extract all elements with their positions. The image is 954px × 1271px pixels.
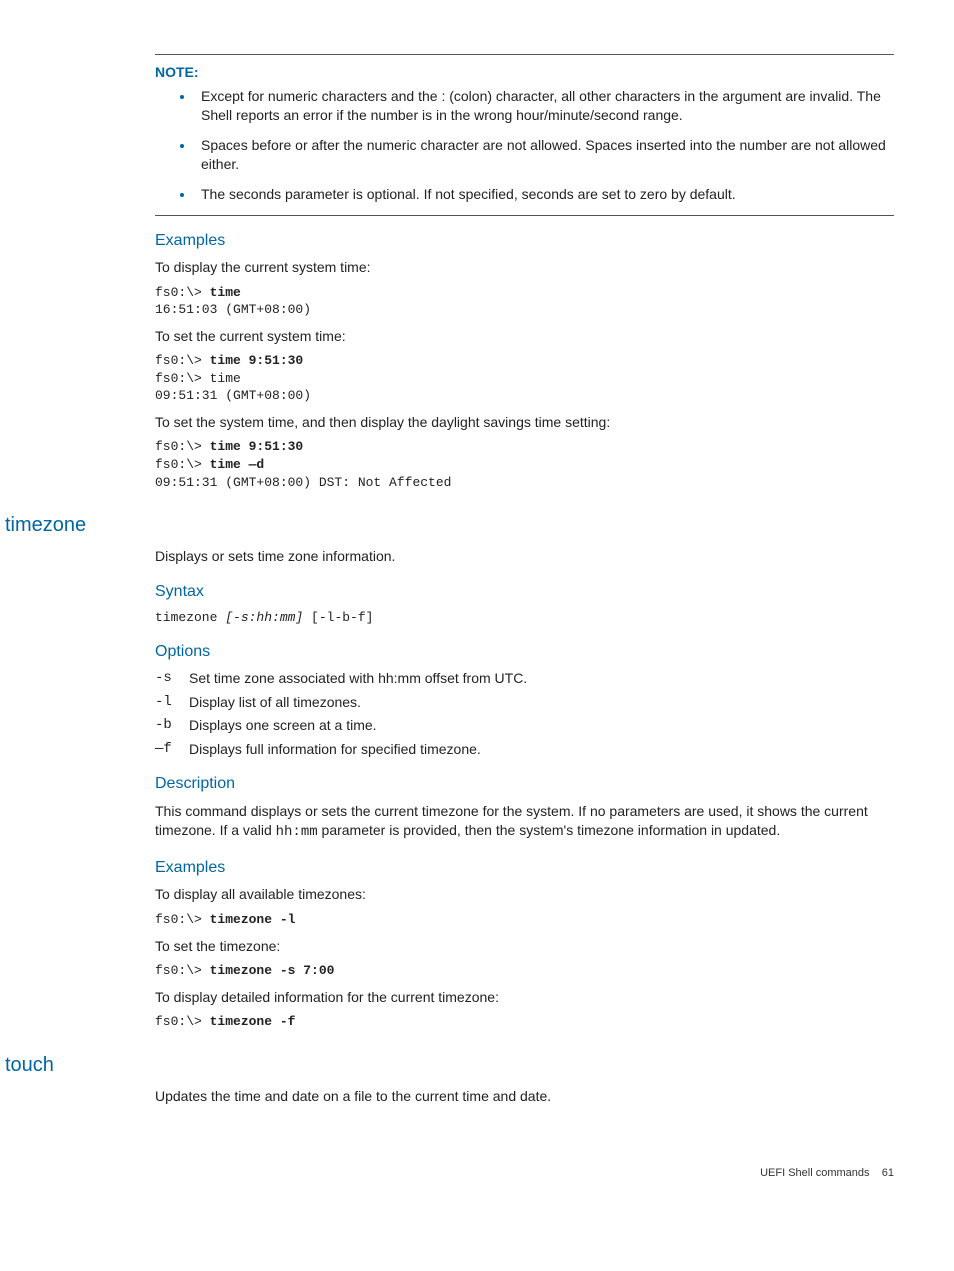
- option-row: -bDisplays one screen at a time.: [155, 716, 894, 736]
- note-list: Except for numeric characters and the : …: [155, 87, 894, 205]
- section-intro: Displays or sets time zone information.: [155, 547, 894, 567]
- divider: [155, 54, 894, 55]
- list-item: The seconds parameter is optional. If no…: [195, 185, 894, 205]
- example-intro: To display detailed information for the …: [155, 988, 894, 1008]
- examples-heading: Examples: [155, 857, 894, 879]
- example-intro: To set the current system time:: [155, 327, 894, 347]
- code-block: fs0:\> timezone -s 7:00: [155, 962, 894, 980]
- example-intro: To set the system time, and then display…: [155, 413, 894, 433]
- code-block: fs0:\> time 9:51:30 fs0:\> time —d 09:51…: [155, 438, 894, 491]
- example-intro: To set the timezone:: [155, 937, 894, 957]
- section-heading-touch: touch: [5, 1051, 894, 1079]
- footer-text: UEFI Shell commands: [760, 1167, 869, 1179]
- option-row: —fDisplays full information for specifie…: [155, 740, 894, 760]
- example-intro: To display the current system time:: [155, 258, 894, 278]
- code-block: fs0:\> timezone -f: [155, 1013, 894, 1031]
- note-block: NOTE: Except for numeric characters and …: [155, 54, 894, 216]
- list-item: Except for numeric characters and the : …: [195, 87, 894, 126]
- syntax-heading: Syntax: [155, 581, 894, 603]
- divider: [155, 215, 894, 216]
- list-item: Spaces before or after the numeric chara…: [195, 136, 894, 175]
- note-title: NOTE:: [155, 63, 894, 83]
- description-text: This command displays or sets the curren…: [155, 802, 894, 843]
- example-intro: To display all available timezones:: [155, 885, 894, 905]
- description-heading: Description: [155, 773, 894, 795]
- options-list: -sSet time zone associated with hh:mm of…: [155, 669, 894, 759]
- section-intro: Updates the time and date on a file to t…: [155, 1087, 894, 1107]
- options-heading: Options: [155, 641, 894, 663]
- option-row: -sSet time zone associated with hh:mm of…: [155, 669, 894, 689]
- option-row: -lDisplay list of all timezones.: [155, 693, 894, 713]
- page-footer: UEFI Shell commands 61: [80, 1166, 894, 1181]
- examples-heading: Examples: [155, 230, 894, 252]
- code-block: fs0:\> time 16:51:03 (GMT+08:00): [155, 284, 894, 319]
- page-number: 61: [882, 1167, 894, 1179]
- code-block: fs0:\> time 9:51:30 fs0:\> time 09:51:31…: [155, 352, 894, 405]
- code-block: fs0:\> timezone -l: [155, 911, 894, 929]
- section-heading-timezone: timezone: [5, 511, 894, 539]
- syntax-line: timezone [-s:hh:mm] [-l-b-f]: [155, 609, 894, 627]
